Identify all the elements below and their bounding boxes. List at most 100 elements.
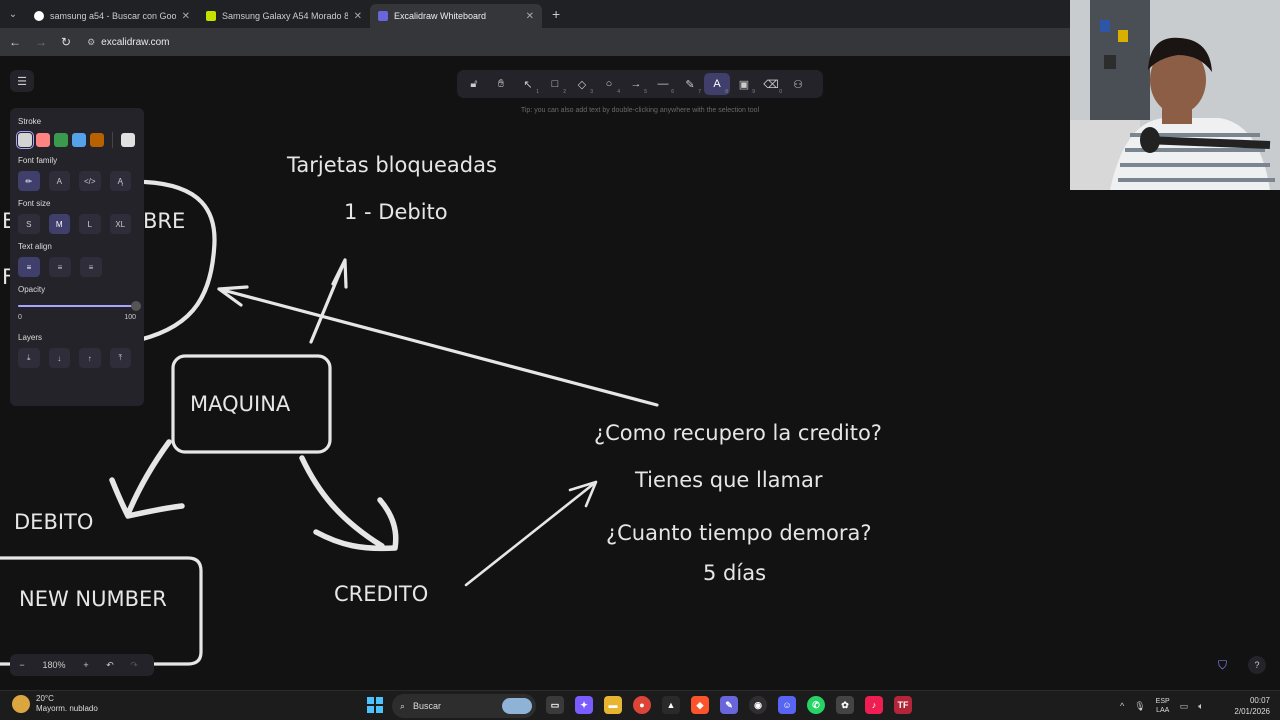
answer-2-text[interactable]: 5 días xyxy=(703,561,766,585)
microphone-icon[interactable]: 🎙︎ xyxy=(1134,701,1145,712)
tool-selection-button[interactable]: ↖ 1 xyxy=(515,73,541,96)
debito-number-text[interactable]: 1 - Debito xyxy=(344,200,448,224)
tab-google-search[interactable]: samsung a54 - Buscar con Goo ✕ xyxy=(26,4,198,28)
tab-title: Excalidraw Whiteboard xyxy=(394,11,487,21)
font-family-option-2[interactable]: </> xyxy=(79,171,101,191)
volume-icon[interactable]: 🔈︎ xyxy=(1198,701,1203,712)
opacity-knob[interactable] xyxy=(131,301,141,311)
zoom-reset-button[interactable]: 180% xyxy=(34,654,74,676)
clock-date: 2/01/2026 xyxy=(1234,707,1270,716)
tool-arrow-button[interactable]: → 5 xyxy=(623,73,649,95)
layer-option-2[interactable]: ↑ xyxy=(79,348,101,368)
layer-option-1[interactable]: ↓ xyxy=(48,348,70,368)
chatgpt-icon[interactable]: ✿ xyxy=(836,696,854,714)
windows-start-icon[interactable] xyxy=(367,697,383,713)
undo-button[interactable]: ↶ xyxy=(98,654,122,676)
stroke-color-swatch[interactable] xyxy=(54,133,68,147)
taskbar-search[interactable]: ⌕ Buscar xyxy=(392,694,536,718)
close-icon[interactable]: ✕ xyxy=(182,11,190,22)
file-explorer-icon[interactable]: ▬ xyxy=(604,696,622,714)
url-field[interactable]: ⚙ excalidraw.com xyxy=(87,37,169,48)
chrome-icon[interactable]: ● xyxy=(633,696,651,714)
copilot-icon[interactable]: ✦ xyxy=(575,696,593,714)
font-family-label: Font family xyxy=(18,156,58,165)
text-align-option-2[interactable]: ≡ xyxy=(80,257,102,277)
chevron-up-icon[interactable]: ^ xyxy=(1120,701,1124,711)
text-align-option-0[interactable]: ≡ xyxy=(18,257,40,277)
close-icon[interactable]: ✕ xyxy=(354,11,362,22)
tool-ellipse-button[interactable]: ○ 4 xyxy=(596,73,622,95)
clock[interactable]: 00:07 2/01/2026 xyxy=(1230,695,1270,717)
credito-text[interactable]: CREDITO xyxy=(334,582,428,606)
new-number-text[interactable]: NEW NUMBER xyxy=(19,587,167,611)
tab-samsung-store[interactable]: Samsung Galaxy A54 Morado 8 ✕ xyxy=(198,4,370,28)
question-2-text[interactable]: ¿Cuanto tiempo demora? xyxy=(606,521,872,545)
new-tab-button[interactable]: + xyxy=(552,6,560,22)
store-icon xyxy=(206,11,216,21)
font-size-option-2[interactable]: L xyxy=(79,214,101,234)
bre-text[interactable]: BRE xyxy=(143,209,185,233)
eraser-icon: ⌫ xyxy=(763,78,779,91)
zoom-in-button[interactable]: + xyxy=(74,654,98,676)
tool-line-button[interactable]: —6 xyxy=(650,73,676,95)
font-family-options: ✏ A </> Ą xyxy=(18,171,136,191)
tool-image-button[interactable]: ▣ 9 xyxy=(731,73,757,96)
tab-excalidraw[interactable]: Excalidraw Whiteboard ✕ xyxy=(370,4,542,28)
tiktok-icon[interactable]: ♪ xyxy=(865,696,883,714)
layer-option-3[interactable]: ⤒ xyxy=(109,348,131,368)
font-family-option-3[interactable]: Ą xyxy=(109,171,131,191)
language-indicator[interactable]: ESP LAA xyxy=(1156,697,1170,715)
shield-icon[interactable]: ⛉ xyxy=(1218,658,1234,674)
tool-shortcut: 2 xyxy=(563,89,566,95)
reload-icon[interactable]: ↻ xyxy=(61,35,71,49)
text-align-options: ≡ ≡ ≡ xyxy=(18,257,136,277)
task-view-icon[interactable]: ▭ xyxy=(546,696,564,714)
tool-shortcut: 9 xyxy=(752,89,755,95)
tool-draw-button[interactable]: ✎ 7 xyxy=(677,73,703,96)
answer-1-text[interactable]: Tienes que llamar xyxy=(634,468,823,492)
tarjetas-text[interactable]: Tarjetas bloqueadas xyxy=(286,153,497,177)
discord-icon[interactable]: ☺ xyxy=(778,696,796,714)
back-icon[interactable]: ← xyxy=(9,35,21,49)
text-align-option-1[interactable]: ≡ xyxy=(49,257,71,277)
network-icon[interactable]: ▭ xyxy=(1180,701,1189,712)
weather-widget[interactable]: 20°C Mayorm. nublado xyxy=(12,694,98,714)
tab-search-icon[interactable]: ⌄ xyxy=(0,0,26,28)
tool-more-button[interactable]: ⚇ xyxy=(785,73,811,95)
close-icon[interactable]: ✕ xyxy=(526,11,534,22)
site-info-icon[interactable]: ⚙ xyxy=(87,37,95,48)
font-size-option-3[interactable]: XL xyxy=(109,214,131,234)
terminal-icon[interactable]: ▲ xyxy=(662,696,680,714)
excalidraw-icon[interactable]: ✎ xyxy=(720,696,738,714)
opacity-slider[interactable] xyxy=(18,300,141,312)
main-menu-button[interactable]: ☰ xyxy=(10,70,34,92)
question-1-text[interactable]: ¿Como recupero la credito? xyxy=(594,421,882,445)
debito-text[interactable]: DEBITO xyxy=(14,510,93,534)
maquina-text[interactable]: MAQUINA xyxy=(190,392,291,416)
obs-icon[interactable]: ◉ xyxy=(749,696,767,714)
stroke-color-swatch[interactable] xyxy=(16,131,34,149)
tool-lock-button[interactable]: 🔓︎ xyxy=(461,73,487,95)
font-family-option-0[interactable]: ✏ xyxy=(18,171,40,191)
brave-icon[interactable]: ◆ xyxy=(691,696,709,714)
font-family-option-1[interactable]: A xyxy=(48,171,70,191)
tool-rectangle-button[interactable]: □ 2 xyxy=(542,73,568,95)
layer-option-0[interactable]: ⤓ xyxy=(18,348,40,368)
redo-button[interactable]: ↷ xyxy=(122,654,146,676)
stroke-color-swatch[interactable] xyxy=(36,133,50,147)
forward-icon[interactable]: → xyxy=(35,35,47,49)
tf-app-icon[interactable]: TF xyxy=(894,696,912,714)
font-size-option-1[interactable]: M xyxy=(48,214,70,234)
tool-diamond-button[interactable]: ◇ 3 xyxy=(569,73,595,96)
tool-text-button[interactable]: A8 xyxy=(704,73,730,95)
tool-hand-button[interactable]: ✋︎ xyxy=(488,73,514,95)
stroke-color-swatch[interactable] xyxy=(72,133,86,147)
tool-eraser-button[interactable]: ⌫ 0 xyxy=(758,73,784,96)
help-button[interactable]: ? xyxy=(1248,656,1266,674)
whatsapp-icon[interactable]: ✆ xyxy=(807,696,825,714)
arrow-answer xyxy=(464,480,598,587)
zoom-out-button[interactable]: − xyxy=(10,654,34,676)
stroke-color-swatch[interactable] xyxy=(90,133,104,147)
current-stroke-color[interactable] xyxy=(121,133,135,147)
font-size-option-0[interactable]: S xyxy=(18,214,40,234)
